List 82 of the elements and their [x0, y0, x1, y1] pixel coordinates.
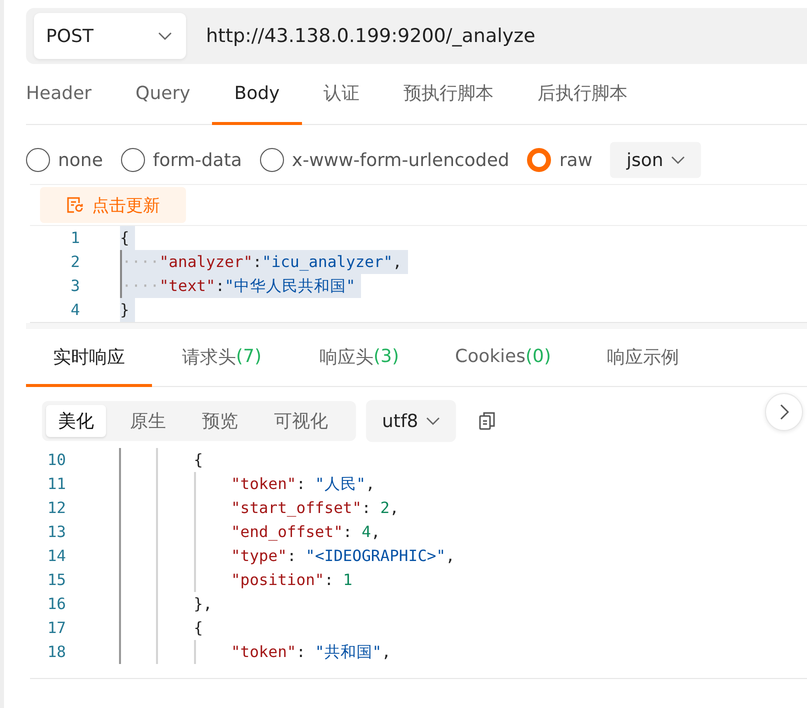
json-punctuation: { [194, 619, 203, 637]
json-punctuation: : [296, 475, 307, 493]
json-key: "text" [159, 277, 216, 295]
radio-label: none [58, 150, 103, 170]
json-key: "start_offset" [230, 499, 362, 517]
radio-button[interactable] [260, 148, 284, 172]
json-string: "人民" [314, 474, 366, 494]
line-number: 3 [70, 277, 80, 295]
format-select[interactable]: json [610, 142, 702, 178]
view-mode-option[interactable]: 可视化 [262, 405, 340, 437]
json-punctuation: { [120, 229, 130, 247]
line-number: 10 [46, 451, 66, 469]
radio-button[interactable] [120, 148, 145, 172]
encoding-select[interactable]: utf8 [366, 400, 456, 442]
chevron-down-icon [671, 156, 686, 164]
json-number: 4 [362, 523, 371, 541]
line-number: 12 [46, 499, 66, 517]
json-string: "中华人民共和国" [224, 276, 356, 296]
line-number: 16 [46, 595, 66, 613]
json-punctuation: }, [194, 595, 212, 613]
document-refresh-icon [66, 196, 84, 214]
line-number: 15 [46, 571, 66, 589]
json-key: "end_offset" [230, 523, 343, 541]
request-tab[interactable]: 预执行脚本 [382, 64, 516, 125]
json-key: "analyzer" [159, 253, 253, 271]
json-key: "position" [230, 571, 324, 589]
json-punctuation: { [194, 451, 203, 469]
radio-label: x-www-form-urlencoded [292, 150, 510, 170]
json-string: "icu_analyzer" [262, 253, 393, 271]
method-select[interactable]: POST [34, 13, 186, 59]
line-number: 4 [70, 301, 80, 319]
view-mode-option[interactable]: 原生 [118, 405, 178, 437]
json-number: 2 [380, 499, 390, 517]
request-tab[interactable]: Body [212, 64, 302, 125]
json-punctuation: } [120, 301, 130, 319]
line-number: 14 [46, 547, 66, 565]
response-tab[interactable]: 请求头(7) [152, 329, 292, 387]
json-punctuation: , [366, 475, 375, 493]
chevron-right-icon [779, 404, 789, 420]
request-tab[interactable]: Header [26, 64, 114, 125]
json-punctuation: : [252, 253, 262, 271]
json-number: 1 [342, 571, 352, 589]
radio-label: form-data [152, 150, 242, 170]
url-field[interactable]: http://43.138.0.199:9200/_analyze [206, 25, 536, 47]
json-punctuation: , [390, 499, 399, 517]
expand-button[interactable] [765, 393, 803, 431]
line-number: 11 [46, 475, 66, 493]
radio-label: raw [559, 150, 592, 170]
json-punctuation: , [446, 547, 455, 565]
line-number: 13 [46, 523, 66, 541]
request-tab[interactable]: Query [114, 64, 212, 125]
response-tab[interactable]: 实时响应 [26, 329, 152, 387]
response-tab[interactable]: Cookies(0) [427, 329, 579, 387]
line-number: 1 [70, 229, 80, 247]
request-tab[interactable]: 认证 [302, 64, 382, 125]
line-number: 2 [70, 253, 80, 271]
json-punctuation: , [382, 643, 391, 661]
json-punctuation: , [392, 253, 402, 271]
json-punctuation: : [362, 499, 372, 517]
json-punctuation: : [215, 277, 225, 295]
chevron-down-icon [426, 417, 440, 425]
json-key: "type" [230, 547, 287, 565]
view-mode-option[interactable]: 预览 [190, 405, 250, 437]
json-punctuation: , [370, 523, 380, 541]
json-key: "token" [230, 475, 296, 493]
request-tab[interactable]: 后执行脚本 [516, 64, 650, 125]
json-punctuation: : [296, 643, 307, 661]
json-punctuation: : [286, 547, 298, 565]
radio-button[interactable] [527, 148, 552, 172]
radio-button[interactable] [26, 148, 50, 172]
chevron-down-icon [158, 32, 172, 40]
json-punctuation: : [324, 571, 335, 589]
response-tab[interactable]: 响应头(3) [292, 329, 427, 387]
json-string: "<IDEOGRAPHIC>" [306, 547, 446, 565]
line-number: 17 [46, 619, 66, 637]
json-key: "token" [230, 643, 296, 661]
line-number: 18 [46, 643, 66, 661]
response-tab[interactable]: 响应示例 [578, 329, 707, 387]
view-mode-option[interactable]: 美化 [46, 405, 106, 437]
copy-icon[interactable] [478, 411, 496, 431]
json-punctuation: : [342, 523, 354, 541]
json-string: "共和国" [314, 642, 382, 662]
